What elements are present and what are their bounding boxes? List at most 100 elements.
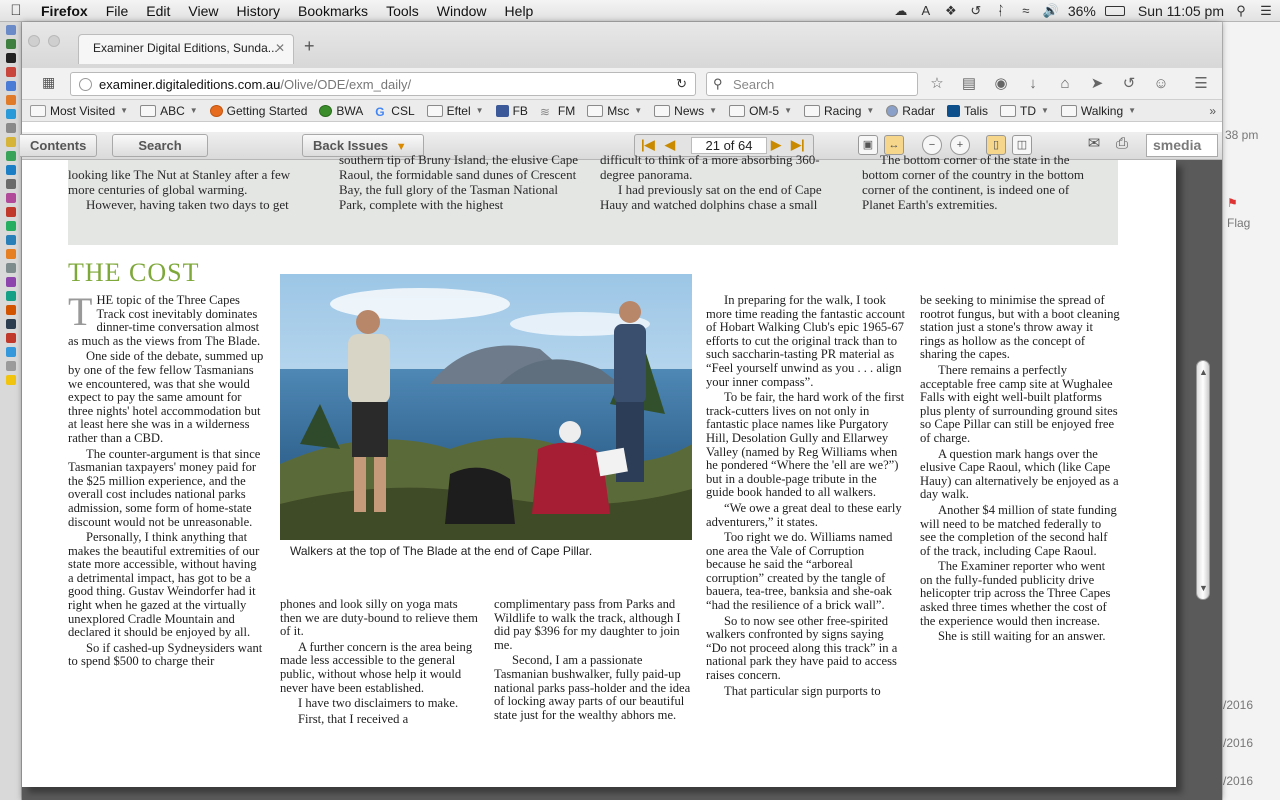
- dock-app-icon[interactable]: [6, 151, 16, 161]
- bookmark-abc[interactable]: ABC ▼: [134, 104, 204, 118]
- font-icon[interactable]: A: [918, 4, 934, 18]
- bookmark-label: FB: [512, 103, 528, 118]
- bookmark-racing[interactable]: Racing ▼: [798, 104, 880, 118]
- dock-app-icon[interactable]: [6, 179, 16, 189]
- chevron-down-icon: ▼: [189, 106, 198, 115]
- menu-tools[interactable]: Tools: [377, 3, 428, 19]
- dock-app-icon[interactable]: [6, 25, 16, 35]
- scroll-up-icon[interactable]: ▲: [1199, 367, 1208, 377]
- tab-bar: Examiner Digital Editions, Sunda... ✕ +: [22, 22, 1222, 72]
- apple-icon[interactable]: : [0, 2, 32, 19]
- reading-list-icon[interactable]: ▤: [958, 72, 980, 96]
- menu-view[interactable]: View: [179, 3, 227, 19]
- dock-app-icon[interactable]: [6, 53, 16, 63]
- bookmark-talis[interactable]: Talis: [941, 104, 994, 118]
- url-host: examiner.digitaleditions.com.au: [99, 77, 281, 92]
- new-tab-button[interactable]: +: [304, 36, 315, 57]
- bookmark-fm[interactable]: ≋ FM: [534, 104, 581, 119]
- dock-app-icon[interactable]: [6, 39, 16, 49]
- bookmark-news[interactable]: News ▼: [648, 104, 723, 118]
- bookmark-most-visited[interactable]: Most Visited ▼: [22, 104, 134, 118]
- next-page-icon[interactable]: ▶: [771, 137, 781, 153]
- dock-app-icon[interactable]: [6, 95, 16, 105]
- menu-bookmarks[interactable]: Bookmarks: [289, 3, 377, 19]
- flag-icon[interactable]: ⚑: [1227, 196, 1238, 210]
- menu-help[interactable]: Help: [496, 3, 543, 19]
- dock-app-icon[interactable]: [6, 67, 16, 77]
- hello-icon[interactable]: ☺: [1150, 72, 1172, 96]
- share-icon[interactable]: ➤: [1086, 72, 1108, 96]
- menu-app[interactable]: Firefox: [32, 3, 97, 19]
- bookmark-walking[interactable]: Walking ▼: [1055, 104, 1142, 118]
- close-tab-icon[interactable]: ✕: [275, 41, 285, 55]
- drop-cap: T: [68, 289, 93, 334]
- dock-app-icon[interactable]: [6, 81, 16, 91]
- dock-app-icon[interactable]: [6, 305, 16, 315]
- pocket-icon[interactable]: ◉: [990, 72, 1012, 96]
- bookmark-td[interactable]: TD ▼: [994, 104, 1055, 118]
- dock-app-icon[interactable]: [6, 277, 16, 287]
- bookmark-bwa[interactable]: BWA: [313, 104, 369, 118]
- last-page-icon[interactable]: ▶|: [791, 137, 805, 153]
- print-icon[interactable]: ⎙: [1112, 135, 1132, 155]
- bookmark-getting-started[interactable]: Getting Started: [204, 104, 314, 118]
- dropbox-icon[interactable]: ❖: [943, 4, 959, 18]
- dock-app-icon[interactable]: [6, 221, 16, 231]
- menu-history[interactable]: History: [227, 3, 289, 19]
- bookmark-csl[interactable]: G CSL: [369, 104, 420, 119]
- dock-app-icon[interactable]: [6, 347, 16, 357]
- dock-app-icon[interactable]: [6, 361, 16, 371]
- wifi-icon[interactable]: ≈: [1018, 4, 1034, 18]
- overflow-chevron-icon[interactable]: »: [1209, 104, 1222, 118]
- minimize-window-button[interactable]: [48, 35, 60, 47]
- hamburger-menu-icon[interactable]: ☰: [1190, 72, 1212, 96]
- dock-app-icon[interactable]: [6, 137, 16, 147]
- search-button[interactable]: Search: [112, 134, 208, 157]
- bookmark-radar[interactable]: Radar: [880, 104, 941, 118]
- home-icon[interactable]: ⌂: [1054, 72, 1076, 96]
- dock-app-icon[interactable]: [6, 165, 16, 175]
- download-icon[interactable]: ↓: [1022, 72, 1044, 96]
- reload-icon[interactable]: ↻: [676, 76, 687, 92]
- bookmark-om5[interactable]: OM-5 ▼: [723, 104, 798, 118]
- library-icon[interactable]: ▦: [42, 74, 55, 91]
- vertical-scrollbar[interactable]: ▲ ▼: [1196, 360, 1210, 600]
- dock-app-icon[interactable]: [6, 319, 16, 329]
- scroll-down-icon[interactable]: ▼: [1199, 583, 1208, 593]
- bluetooth-icon[interactable]: ᛛ: [993, 4, 1009, 18]
- dock-app-icon[interactable]: [6, 333, 16, 343]
- volume-icon[interactable]: 🔊: [1043, 4, 1059, 18]
- sync-icon[interactable]: ↺: [1118, 72, 1140, 96]
- dock-app-icon[interactable]: [6, 263, 16, 273]
- battery-icon[interactable]: [1104, 6, 1125, 16]
- menu-edit[interactable]: Edit: [137, 3, 179, 19]
- dock-app-icon[interactable]: [6, 249, 16, 259]
- dock-app-icon[interactable]: [6, 123, 16, 133]
- dock-app-icon[interactable]: [6, 235, 16, 245]
- dock-app-icon[interactable]: [6, 109, 16, 119]
- previous-article-strip: looking like The Nut at Stanley after a …: [68, 152, 1118, 245]
- dock-app-icon[interactable]: [6, 207, 16, 217]
- prev-page-icon[interactable]: ◀: [665, 137, 675, 153]
- notification-center-icon[interactable]: ☰: [1258, 4, 1274, 18]
- clock[interactable]: Sun 11:05 pm: [1138, 3, 1224, 19]
- photo-caption: Walkers at the top of The Blade at the e…: [290, 544, 593, 558]
- bookmark-eftel[interactable]: Eftel ▼: [421, 104, 490, 118]
- search-input[interactable]: ⚲ Search: [706, 72, 918, 96]
- dock-app-icon[interactable]: [6, 193, 16, 203]
- cloud-icon[interactable]: ☁: [893, 4, 909, 18]
- menu-window[interactable]: Window: [428, 3, 496, 19]
- dock-app-icon[interactable]: [6, 291, 16, 301]
- close-window-button[interactable]: [28, 35, 40, 47]
- browser-tab[interactable]: Examiner Digital Editions, Sunda... ✕: [78, 34, 294, 64]
- bookmark-msc[interactable]: Msc ▼: [581, 104, 648, 118]
- time-machine-icon[interactable]: ↺: [968, 4, 984, 18]
- first-page-icon[interactable]: |◀: [641, 137, 655, 153]
- spotlight-icon[interactable]: ⚲: [1233, 4, 1249, 18]
- contents-button[interactable]: Contents: [20, 134, 98, 157]
- menu-file[interactable]: File: [97, 3, 138, 19]
- bookmark-star-icon[interactable]: ☆: [926, 72, 948, 96]
- bookmark-fb[interactable]: FB: [490, 104, 534, 118]
- dock-app-icon[interactable]: [6, 375, 16, 385]
- url-bar[interactable]: examiner.digitaleditions.com.au/Olive/OD…: [70, 72, 696, 96]
